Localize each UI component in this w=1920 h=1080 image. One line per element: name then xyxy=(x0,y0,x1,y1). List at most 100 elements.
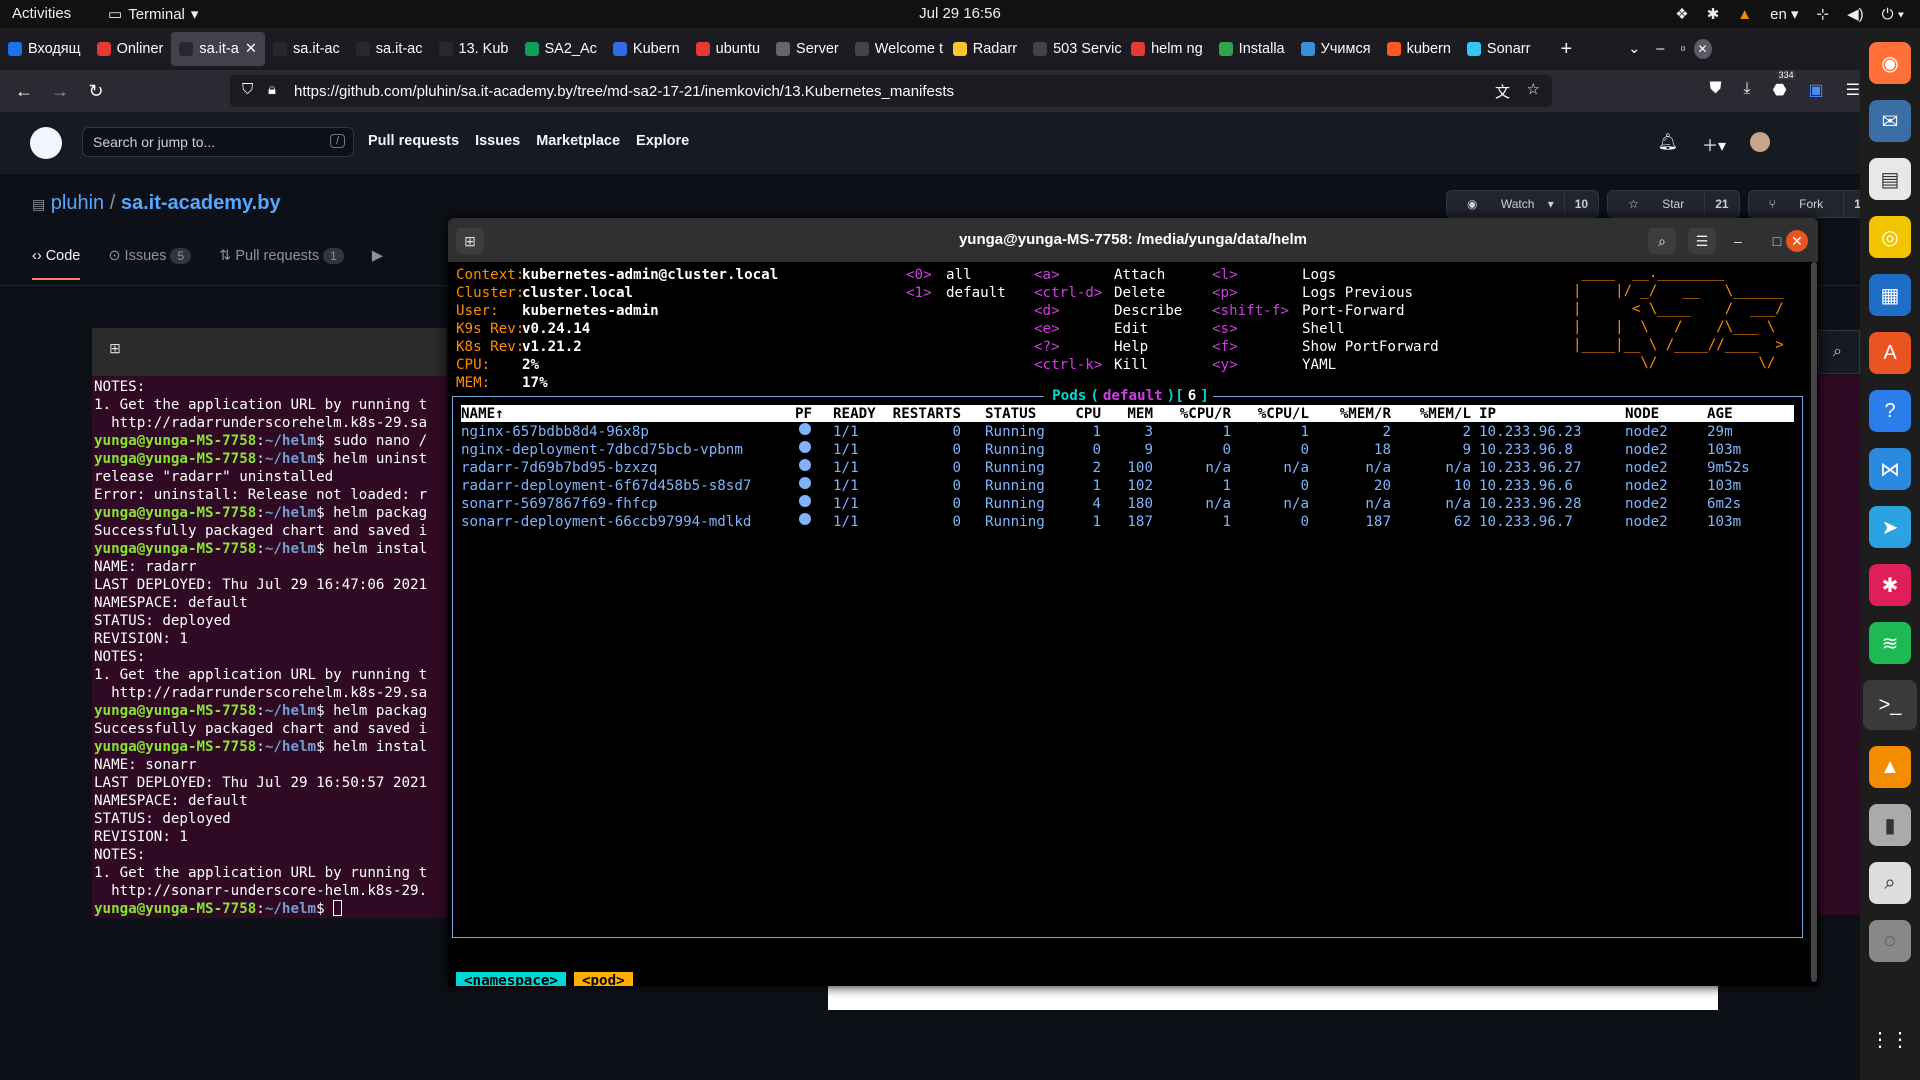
rhythmbox-icon[interactable]: ◎ xyxy=(1869,216,1911,258)
breadcrumb-item[interactable]: <namespace> xyxy=(456,972,566,986)
bookmark-star-icon[interactable]: ☆ xyxy=(1527,80,1540,98)
search-input[interactable]: Search or jump to... / xyxy=(82,127,354,157)
column-header[interactable]: %MEM/R xyxy=(1340,405,1391,423)
hamburger-menu-icon[interactable]: ☰ xyxy=(1688,228,1716,254)
software-icon[interactable]: A xyxy=(1869,332,1911,374)
browser-tab[interactable]: SA2_Ac xyxy=(517,32,605,66)
browser-tab[interactable]: ubuntu xyxy=(688,32,768,66)
vscode-icon[interactable]: ⋈ xyxy=(1869,448,1911,490)
table-row[interactable]: radarr-7d69b7bd95-bzxzq 1/1 0 Running 2 100 n/… xyxy=(461,459,1794,477)
app-menu[interactable]: ▭ Terminal ▾ xyxy=(108,5,198,24)
tab-list-chevron-icon[interactable]: ⌄ xyxy=(1620,32,1648,66)
dropbox-icon[interactable]: ❖ xyxy=(1675,5,1688,23)
nav-link[interactable]: Pull requests xyxy=(368,133,459,149)
column-header[interactable]: IP xyxy=(1479,405,1496,423)
tab-issues[interactable]: ⊙ Issues 5 xyxy=(108,248,192,280)
browser-tab[interactable]: 503 Servic xyxy=(1025,32,1123,66)
browser-tab[interactable]: Kubern xyxy=(605,32,688,66)
browser-tab[interactable]: 13. Kub xyxy=(431,32,517,66)
back-icon[interactable]: ← xyxy=(6,81,42,102)
browser-tab[interactable]: Radarr xyxy=(945,32,1025,66)
create-new-icon[interactable]: ＋▾ xyxy=(1702,132,1726,156)
breadcrumb-item[interactable]: <pod> xyxy=(573,972,633,986)
translate-ext-icon[interactable]: ▣ xyxy=(1809,80,1824,100)
terminal-window-back[interactable]: ⊞ NOTES: 1. Get the application URL by ru… xyxy=(92,328,447,918)
activities-button[interactable]: Activities xyxy=(12,5,71,22)
archive-icon[interactable]: ▮ xyxy=(1869,804,1911,846)
new-tab-icon[interactable]: ⊞ xyxy=(102,340,128,364)
table-row[interactable]: nginx-657bdbb8d4-96x8p 1/1 0 Running 1 3 1 1 2 2 1… xyxy=(461,423,1794,441)
apps-grid-icon[interactable]: ⋮⋮ xyxy=(1869,1018,1911,1060)
slack-icon[interactable]: ✱ xyxy=(1869,564,1911,606)
browser-tab[interactable]: sa.it-ac xyxy=(348,32,431,66)
column-header[interactable]: NODE xyxy=(1625,405,1659,423)
search-icon[interactable]: ⌕ xyxy=(1869,862,1911,904)
column-header[interactable]: MEM xyxy=(1127,405,1153,423)
browser-tab[interactable]: Учимся xyxy=(1293,32,1379,66)
files-icon[interactable]: ▤ xyxy=(1869,158,1911,200)
terminal-icon[interactable]: >_ xyxy=(1863,680,1917,730)
power-icon[interactable]: ⏻ ▾ xyxy=(1882,6,1904,23)
extension-icon[interactable]: ⬣ 334 xyxy=(1773,70,1796,100)
maximize-icon[interactable]: ▫ xyxy=(1672,32,1693,66)
browser-tab[interactable]: Server xyxy=(768,32,847,66)
github-logo-icon[interactable] xyxy=(30,127,62,159)
url-field[interactable]: ⛉ 🔒︎ https://github.com/pluhin/sa.it-aca… xyxy=(230,75,1552,107)
repo-name-link[interactable]: sa.it-academy.by xyxy=(121,192,281,214)
table-row[interactable]: nginx-deployment-7dbcd75bcb-vpbnm 1/1 0 Run… xyxy=(461,441,1794,459)
nav-link[interactable]: Issues xyxy=(475,133,520,149)
background-search-button[interactable]: ⌕ xyxy=(1818,330,1860,374)
watch-button[interactable]: ◉ Watch ▾ 10 xyxy=(1446,190,1600,218)
column-header[interactable]: NAME↑ xyxy=(461,405,504,423)
shield-icon[interactable]: ⛉ xyxy=(242,81,253,98)
browser-tab[interactable]: Sonarr xyxy=(1459,32,1539,66)
bell-icon[interactable]: 🔔︎ xyxy=(1658,132,1678,156)
browser-tab[interactable]: kubern xyxy=(1379,32,1459,66)
clock[interactable]: Jul 29 16:56 xyxy=(0,5,1920,22)
forward-icon[interactable]: → xyxy=(42,81,78,102)
scrollbar[interactable] xyxy=(1811,262,1817,982)
repo-owner-link[interactable]: pluhin xyxy=(51,192,104,214)
menu-icon[interactable]: ☰ xyxy=(1846,80,1860,100)
volume-icon[interactable]: ◀) xyxy=(1847,5,1864,23)
tab-code[interactable]: ‹› Code xyxy=(32,248,81,280)
nav-link[interactable]: Marketplace xyxy=(536,133,620,149)
downloads-icon[interactable]: ⤓ xyxy=(1743,80,1750,100)
k9s-terminal-window[interactable]: ⊞ yunga@yunga-MS-7758: /media/yunga/data… xyxy=(448,218,1818,986)
telegram-icon[interactable]: ➤ xyxy=(1869,506,1911,548)
browser-tab[interactable]: Onliner xyxy=(89,32,172,66)
browser-tab[interactable]: sa.it-ac xyxy=(265,32,348,66)
slack-tray-icon[interactable]: ✱ xyxy=(1707,5,1720,23)
close-icon[interactable]: ✕ xyxy=(1786,230,1808,252)
maximize-icon[interactable]: □ xyxy=(1766,230,1788,252)
writer-icon[interactable]: ▦ xyxy=(1869,274,1911,316)
column-header[interactable]: %CPU/R xyxy=(1180,405,1231,423)
column-header[interactable]: %MEM/L xyxy=(1420,405,1471,423)
column-header[interactable]: PF xyxy=(795,405,812,423)
language-indicator[interactable]: en ▾ xyxy=(1770,5,1798,23)
column-header[interactable]: RESTARTS xyxy=(893,405,961,423)
actions-icon[interactable]: ▶ xyxy=(372,248,383,280)
table-row[interactable]: sonarr-deployment-66ccb97994-mdlkd 1/1 0 Ru… xyxy=(461,513,1794,531)
browser-tab[interactable]: Входящ xyxy=(0,32,89,66)
tab-pull-requests[interactable]: ⇅ Pull requests 1 xyxy=(219,248,344,280)
minimize-icon[interactable]: – xyxy=(1648,32,1672,66)
reload-icon[interactable]: ↻ xyxy=(78,81,114,102)
new-tab-button[interactable]: + xyxy=(1552,32,1580,66)
disk-icon[interactable]: ◌ xyxy=(1869,920,1911,962)
column-header[interactable]: STATUS xyxy=(985,405,1036,423)
browser-tab[interactable]: helm ng xyxy=(1123,32,1211,66)
column-header[interactable]: AGE xyxy=(1707,405,1733,423)
vlc-tray-icon[interactable]: ▲ xyxy=(1737,6,1752,23)
avatar[interactable] xyxy=(1750,132,1770,152)
column-header[interactable]: CPU xyxy=(1075,405,1101,423)
table-row[interactable]: sonarr-5697867f69-fhfcp 1/1 0 Running 4 180 n/… xyxy=(461,495,1794,513)
table-row[interactable]: radarr-deployment-6f67d458b5-s8sd7 1/1 0 Ru… xyxy=(461,477,1794,495)
spotify-icon[interactable]: ≋ xyxy=(1869,622,1911,664)
lock-icon[interactable]: 🔒︎ xyxy=(268,81,276,98)
minimize-icon[interactable]: – xyxy=(1727,230,1749,252)
vlc-icon[interactable]: ▲ xyxy=(1869,746,1911,788)
pocket-icon[interactable]: ⛊ xyxy=(1709,80,1721,100)
star-button[interactable]: ☆ Star 21 xyxy=(1607,190,1740,218)
firefox-icon[interactable]: ◉ xyxy=(1869,42,1911,84)
